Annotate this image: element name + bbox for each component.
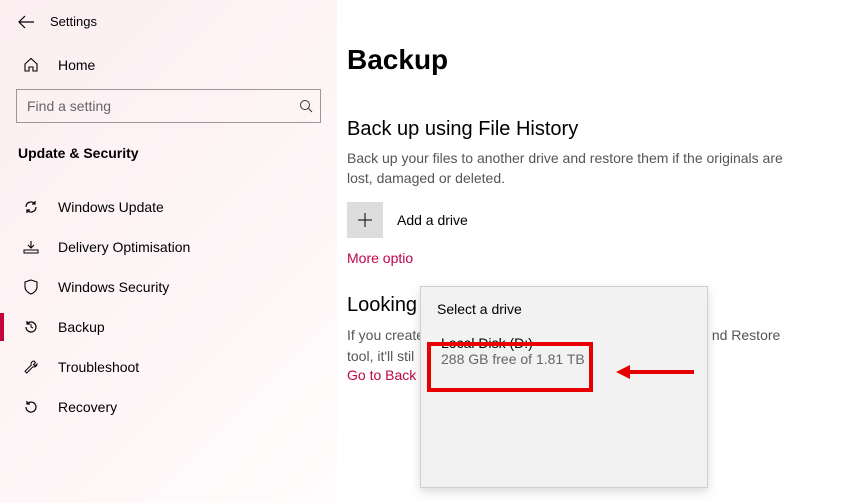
drive-free-space: 288 GB free of 1.81 TB (441, 351, 687, 367)
sidebar: Settings Home Update & Security Windo (0, 0, 337, 503)
section-desc: Back up your files to another drive and … (347, 149, 804, 188)
add-drive-label: Add a drive (397, 212, 468, 228)
group-title: Update & Security (0, 145, 337, 161)
home-icon (22, 57, 40, 73)
nav-label: Windows Update (58, 199, 164, 215)
nav-label: Delivery Optimisation (58, 239, 190, 255)
sidebar-item-backup[interactable]: Backup (0, 307, 337, 347)
select-drive-flyout: Select a drive Local Disk (D:) 288 GB fr… (420, 286, 708, 488)
backup-icon (22, 319, 40, 335)
page-title: Backup (347, 44, 804, 76)
nav-label: Troubleshoot (58, 359, 139, 375)
sidebar-item-delivery-optimisation[interactable]: Delivery Optimisation (0, 227, 337, 267)
drive-name: Local Disk (D:) (441, 335, 687, 351)
sidebar-item-windows-update[interactable]: Windows Update (0, 187, 337, 227)
sidebar-item-troubleshoot[interactable]: Troubleshoot (0, 347, 337, 387)
back-button[interactable] (18, 15, 34, 29)
nav-label: Recovery (58, 399, 117, 415)
sync-icon (22, 199, 40, 215)
search-input[interactable] (16, 89, 321, 123)
nav-label: Windows Security (58, 279, 169, 295)
delivery-icon (22, 239, 40, 255)
flyout-title: Select a drive (421, 287, 707, 327)
nav-label: Backup (58, 319, 105, 335)
home-nav-item[interactable]: Home (0, 51, 337, 79)
body-frag1: If you create (347, 327, 424, 343)
go-to-backup-link[interactable]: Go to Back (347, 367, 416, 383)
recovery-icon (22, 399, 40, 415)
more-options-link[interactable]: More optio (347, 250, 413, 266)
header-row: Settings (0, 14, 337, 29)
sidebar-item-recovery[interactable]: Recovery (0, 387, 337, 427)
shield-icon (22, 279, 40, 295)
app-window: Settings Home Update & Security Windo (0, 0, 844, 503)
search-wrap (16, 89, 321, 123)
section-title-file-history: Back up using File History (347, 118, 804, 141)
sidebar-item-windows-security[interactable]: Windows Security (0, 267, 337, 307)
app-title: Settings (50, 14, 97, 29)
home-label: Home (58, 57, 95, 73)
add-drive-button[interactable]: Add a drive (347, 202, 804, 238)
plus-icon (347, 202, 383, 238)
search-icon[interactable] (299, 99, 313, 113)
drive-option-local-disk-d[interactable]: Local Disk (D:) 288 GB free of 1.81 TB (429, 327, 699, 377)
wrench-icon (22, 359, 40, 375)
nav-list: Windows Update Delivery Optimisation Win… (0, 187, 337, 427)
